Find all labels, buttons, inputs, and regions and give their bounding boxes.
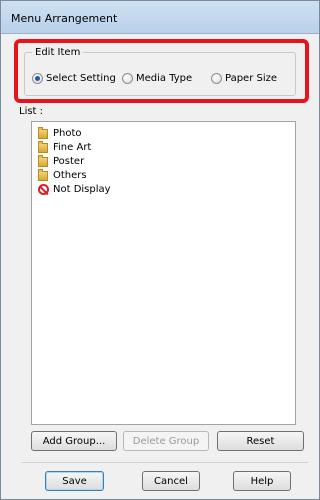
list-item-photo[interactable]: Photo <box>38 126 82 140</box>
add-group-button[interactable]: Add Group... <box>31 431 117 451</box>
radio-paper-size-label: Paper Size <box>225 72 278 84</box>
radio-select-setting[interactable]: Select Setting <box>32 71 116 85</box>
radio-select-setting-label: Select Setting <box>46 72 116 84</box>
radio-unchecked-icon[interactable] <box>211 72 222 84</box>
title-bar[interactable]: Menu Arrangement <box>1 1 319 34</box>
radio-media-type-label: Media Type <box>136 72 193 84</box>
radio-media-type[interactable]: Media Type <box>122 71 192 85</box>
list-item-label: Others <box>53 170 87 181</box>
list-label: List : <box>19 106 44 117</box>
folder-icon <box>38 140 48 153</box>
list-item-fine-art[interactable]: Fine Art <box>38 140 92 154</box>
list-item-label: Fine Art <box>53 142 92 153</box>
folder-icon <box>38 168 48 181</box>
folder-icon <box>38 154 48 167</box>
folder-icon <box>38 126 48 139</box>
no-entry-icon <box>38 184 49 195</box>
cancel-button[interactable]: Cancel <box>142 471 200 491</box>
save-button[interactable]: Save <box>45 471 104 491</box>
list-item-label: Photo <box>53 128 82 139</box>
help-button[interactable]: Help <box>233 471 291 491</box>
menu-arrangement-dialog: Menu Arrangement Edit Item Select Settin… <box>0 0 320 500</box>
menu-list[interactable]: Photo Fine Art Poster Others Not Display <box>31 121 296 425</box>
delete-group-button[interactable]: Delete Group <box>123 431 209 451</box>
list-item-not-display[interactable]: Not Display <box>38 183 111 196</box>
list-item-label: Poster <box>53 156 85 167</box>
window-title: Menu Arrangement <box>11 12 118 25</box>
list-item-others[interactable]: Others <box>38 168 87 182</box>
reset-button[interactable]: Reset <box>217 431 304 451</box>
list-item-poster[interactable]: Poster <box>38 154 85 168</box>
list-item-label: Not Display <box>53 184 111 195</box>
radio-unchecked-icon[interactable] <box>122 72 133 84</box>
radio-paper-size[interactable]: Paper Size <box>211 71 277 85</box>
radio-checked-icon[interactable] <box>32 72 43 84</box>
button-divider <box>21 462 308 463</box>
edit-item-legend: Edit Item <box>32 47 84 58</box>
